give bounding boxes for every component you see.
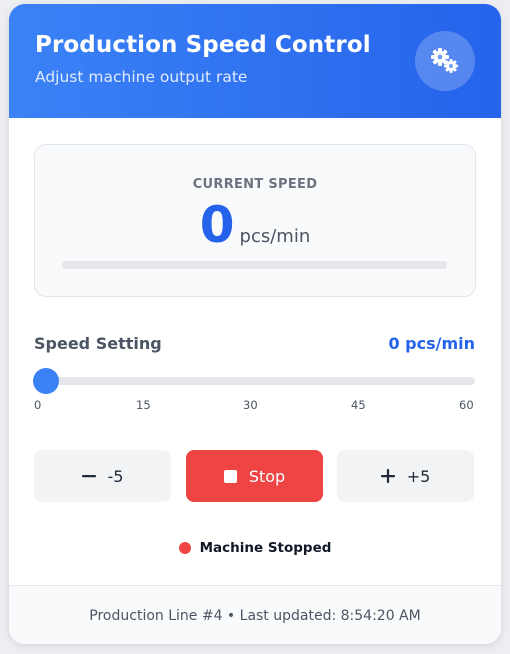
gears-icon — [431, 48, 458, 73]
current-speed-value: 0 — [199, 196, 235, 254]
plus-icon — [380, 469, 395, 483]
current-speed-bar — [62, 261, 447, 269]
slider-tick-label: 45 — [351, 398, 366, 412]
status-indicator-dot — [178, 542, 191, 554]
footer-text: Production Line #4 • Last updated: 8:54:… — [89, 607, 421, 624]
speed-slider-track[interactable] — [34, 377, 475, 385]
slider-tick-label: 30 — [243, 398, 258, 412]
current-speed-label: CURRENT SPEED — [192, 177, 318, 192]
slider-tick-label: 60 — [459, 398, 474, 412]
decrease-speed-label: -5 — [107, 466, 124, 486]
speed-control-card: Production Speed Control Adjust machine … — [9, 4, 501, 644]
current-speed-panel: CURRENT SPEED 0 pcs/min — [34, 144, 476, 297]
settings-button[interactable] — [415, 31, 475, 91]
machine-status: Machine Stopped — [9, 540, 501, 556]
current-speed-readout: 0 pcs/min — [35, 195, 475, 255]
speed-slider-thumb[interactable] — [33, 368, 59, 394]
slider-tick-label: 15 — [136, 398, 151, 412]
card-footer: Production Line #4 • Last updated: 8:54:… — [9, 585, 501, 644]
stop-button-label: Stop — [248, 466, 286, 486]
page-subtitle: Adjust machine output rate — [35, 68, 248, 86]
slider-tick-label: 0 — [34, 398, 42, 412]
decrease-speed-button[interactable]: -5 — [34, 450, 171, 502]
speed-setting-label: Speed Setting — [34, 334, 162, 353]
stop-square-icon — [223, 469, 237, 483]
page-title: Production Speed Control — [35, 32, 371, 58]
stop-button[interactable]: Stop — [186, 450, 323, 502]
increase-speed-button[interactable]: +5 — [337, 450, 474, 502]
card-header: Production Speed Control Adjust machine … — [9, 4, 501, 118]
current-speed-unit: pcs/min — [239, 226, 311, 247]
minus-icon — [81, 469, 96, 483]
increase-speed-label: +5 — [406, 466, 431, 486]
status-text: Machine Stopped — [199, 540, 332, 556]
speed-setting-value: 0 pcs/min — [388, 334, 475, 353]
